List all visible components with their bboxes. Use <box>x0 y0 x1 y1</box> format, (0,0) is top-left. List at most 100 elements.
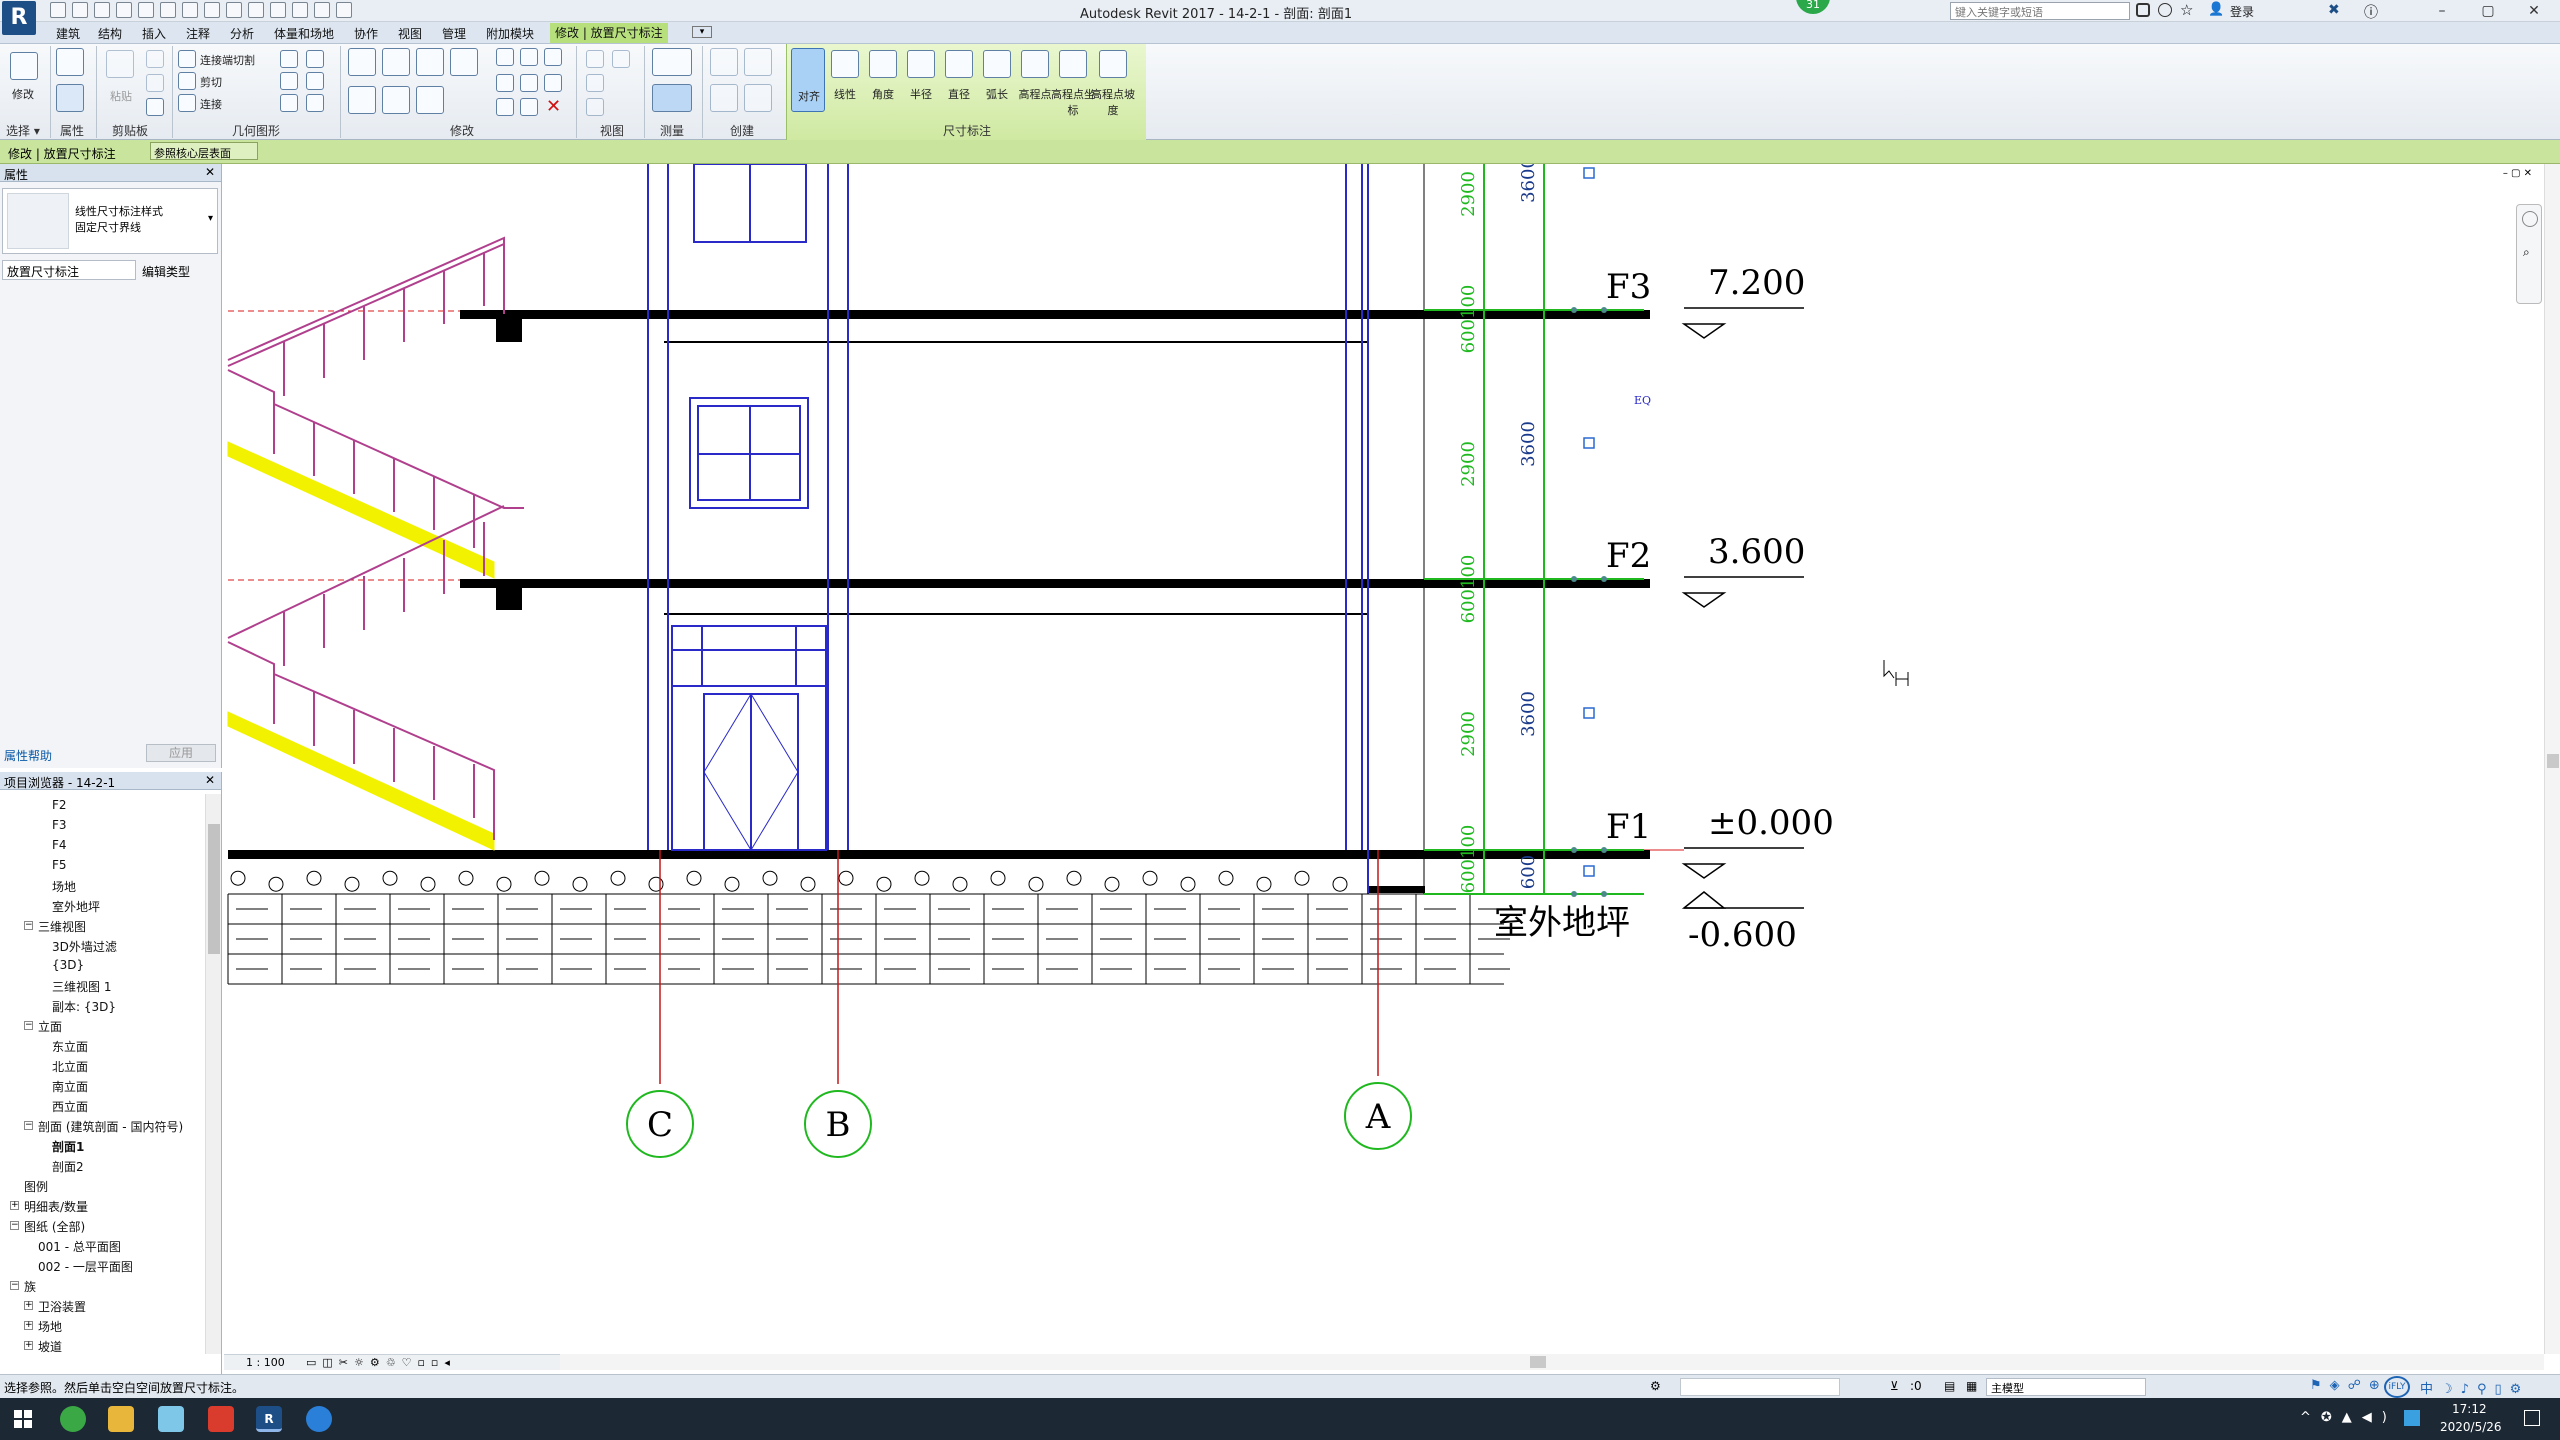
maximize-button[interactable]: ▢ <box>2466 0 2510 22</box>
dimension-grip-icon[interactable] <box>1583 707 1595 719</box>
offset-icon[interactable] <box>382 48 410 76</box>
align-icon[interactable] <box>348 48 376 76</box>
dimension-grip-icon[interactable] <box>1583 437 1595 449</box>
join-cut-icon[interactable] <box>178 50 196 68</box>
measure-distance-icon[interactable] <box>652 48 692 76</box>
diameter-dimension-icon[interactable] <box>945 50 973 78</box>
section-icon[interactable] <box>270 2 286 18</box>
split-face-icon[interactable] <box>280 50 298 68</box>
level-name[interactable]: F2 <box>1606 536 1651 576</box>
tree-toggle-icon[interactable]: + <box>24 1321 33 1330</box>
properties-help-link[interactable]: 属性帮助 <box>4 747 52 764</box>
browser-tree-item[interactable]: 场地 <box>38 1318 62 1335</box>
tree-toggle-icon[interactable]: + <box>10 1201 19 1210</box>
arc-length-dimension-icon[interactable] <box>983 50 1011 78</box>
properties-close-icon[interactable]: ✕ <box>205 165 215 179</box>
browser-tree-item[interactable]: 卫浴装置 <box>38 1298 86 1315</box>
office-icon[interactable] <box>208 1406 234 1432</box>
tab-analyze[interactable]: 分析 <box>230 25 254 42</box>
undo-icon[interactable] <box>116 2 132 18</box>
app-feather-icon[interactable] <box>158 1406 184 1432</box>
navigation-bar[interactable]: ⌕ <box>2516 204 2542 304</box>
tab-annotate[interactable]: 注释 <box>186 25 210 42</box>
mirror-axis-icon[interactable] <box>416 48 444 76</box>
browser-tree-item[interactable]: 002 - 一层平面图 <box>38 1258 133 1275</box>
browser-tree-item[interactable]: 剖面2 <box>52 1158 84 1175</box>
properties-icon[interactable] <box>56 48 84 76</box>
dimension-node[interactable] <box>1601 847 1607 853</box>
dimension-value[interactable]: 2900 <box>1458 171 1479 217</box>
tab-structure[interactable]: 结构 <box>98 25 122 42</box>
tab-insert[interactable]: 插入 <box>142 25 166 42</box>
tree-toggle-icon[interactable]: − <box>24 1021 33 1030</box>
browser-tree-item[interactable]: 剖面1 <box>52 1138 84 1155</box>
subscription-icon[interactable] <box>2158 3 2172 17</box>
browser-tree-item[interactable]: F3 <box>52 818 67 832</box>
radial-dimension-icon[interactable] <box>907 50 935 78</box>
dimension-value[interactable]: 600100 <box>1458 825 1479 894</box>
tab-view[interactable]: 视图 <box>398 25 422 42</box>
dimension-grip-icon[interactable] <box>1583 865 1595 877</box>
edit-type-button[interactable]: 编辑类型 <box>142 263 190 280</box>
file-explorer-icon[interactable] <box>108 1406 134 1432</box>
scale-icon[interactable] <box>520 74 538 92</box>
tree-toggle-icon[interactable]: − <box>10 1281 19 1290</box>
sync-icon[interactable] <box>94 2 110 18</box>
editable-icon[interactable]: ▦ <box>1966 1379 1977 1393</box>
modify-cursor-icon[interactable] <box>10 52 38 80</box>
cut-label[interactable]: 剪切 <box>200 74 222 90</box>
dimension-value[interactable]: 600 <box>1518 855 1539 889</box>
dimension-value[interactable]: 3600 <box>1518 691 1539 737</box>
minimize-button[interactable]: – <box>2420 0 2464 22</box>
browser-tree-item[interactable]: 明细表/数量 <box>24 1198 88 1215</box>
tree-toggle-icon[interactable]: − <box>24 1121 33 1130</box>
tab-architecture[interactable]: 建筑 <box>56 25 80 42</box>
view-linework-icon[interactable] <box>586 74 604 92</box>
tree-toggle-icon[interactable]: − <box>24 921 33 930</box>
split-icon[interactable] <box>496 48 514 66</box>
view-window-controls[interactable]: – ▢ ✕ <box>2503 168 2532 179</box>
type-selector[interactable]: 线性尺寸标注样式 固定尺寸界线 ▾ <box>2 188 218 254</box>
trim-icon[interactable] <box>496 98 514 116</box>
worksets-select[interactable] <box>1680 1378 1840 1396</box>
unpin-icon[interactable] <box>544 48 562 66</box>
dimension-value[interactable]: 600100 <box>1458 285 1479 354</box>
cut-clipboard-icon[interactable] <box>146 50 164 68</box>
chevron-down-icon[interactable]: ▾ <box>208 213 213 224</box>
tree-toggle-icon[interactable]: + <box>24 1341 33 1350</box>
scroll-thumb[interactable] <box>1530 1356 1546 1368</box>
section-drawing[interactable]: C B A 3600 3600 3600 600 2900 600100 2900 600100 2… <box>224 164 2544 1354</box>
wall-joins-icon[interactable] <box>280 72 298 90</box>
browser-tree-item[interactable]: 三维视图 <box>38 918 86 935</box>
design-options-icon[interactable]: ▤ <box>1944 1379 1955 1393</box>
dimension-value[interactable]: 3600 <box>1518 421 1539 467</box>
copy-icon[interactable] <box>146 74 164 92</box>
ime-toolbar-icons[interactable]: 中☽♪⚲▯⚙ <box>2420 1378 2529 1397</box>
view-hide-icon[interactable] <box>586 50 604 68</box>
angular-dimension-icon[interactable] <box>869 50 897 78</box>
dimension-node[interactable] <box>1601 576 1607 582</box>
browser-tree-item[interactable]: 西立面 <box>52 1098 88 1115</box>
pin-icon[interactable] <box>544 74 562 92</box>
browser-tree-item[interactable]: 001 - 总平面图 <box>38 1238 121 1255</box>
browser-tree-item[interactable]: 族 <box>24 1278 36 1295</box>
drawing-canvas[interactable]: C B A 3600 3600 3600 600 2900 600100 2900 600100 2… <box>224 164 2544 1354</box>
view-control-icons[interactable]: ▭◫✂☼⚙♲♡▫▫◂ <box>306 1356 456 1369</box>
browser-tree-item[interactable]: F2 <box>52 798 67 812</box>
binoculars-icon[interactable] <box>2136 3 2150 17</box>
spot-elevation-icon[interactable] <box>1021 50 1049 78</box>
create-parts-icon[interactable] <box>710 84 738 112</box>
type-properties-icon[interactable] <box>56 84 84 112</box>
browser-tree-item[interactable]: {3D} <box>52 958 84 972</box>
browser-tree-item[interactable]: 图例 <box>24 1178 48 1195</box>
browser-tree-item[interactable]: 图纸 (全部) <box>24 1218 85 1235</box>
text-icon[interactable] <box>226 2 242 18</box>
tab-addins[interactable]: 附加模块 <box>486 25 534 42</box>
view-scale[interactable]: 1 : 100 <box>246 1356 285 1369</box>
help-search-input[interactable]: 键入关键字或短语 <box>1950 2 2130 20</box>
status-tool-icons[interactable]: ⚑◈☍⊕ <box>2310 1378 2388 1393</box>
steering-wheel-icon[interactable] <box>2522 211 2538 227</box>
browser-tree-item[interactable]: 剖面 (建筑剖面 - 国内符号) <box>38 1118 183 1135</box>
browser-tree-item[interactable]: 北立面 <box>52 1058 88 1075</box>
ifly-icon[interactable]: iFLY <box>2384 1376 2410 1398</box>
